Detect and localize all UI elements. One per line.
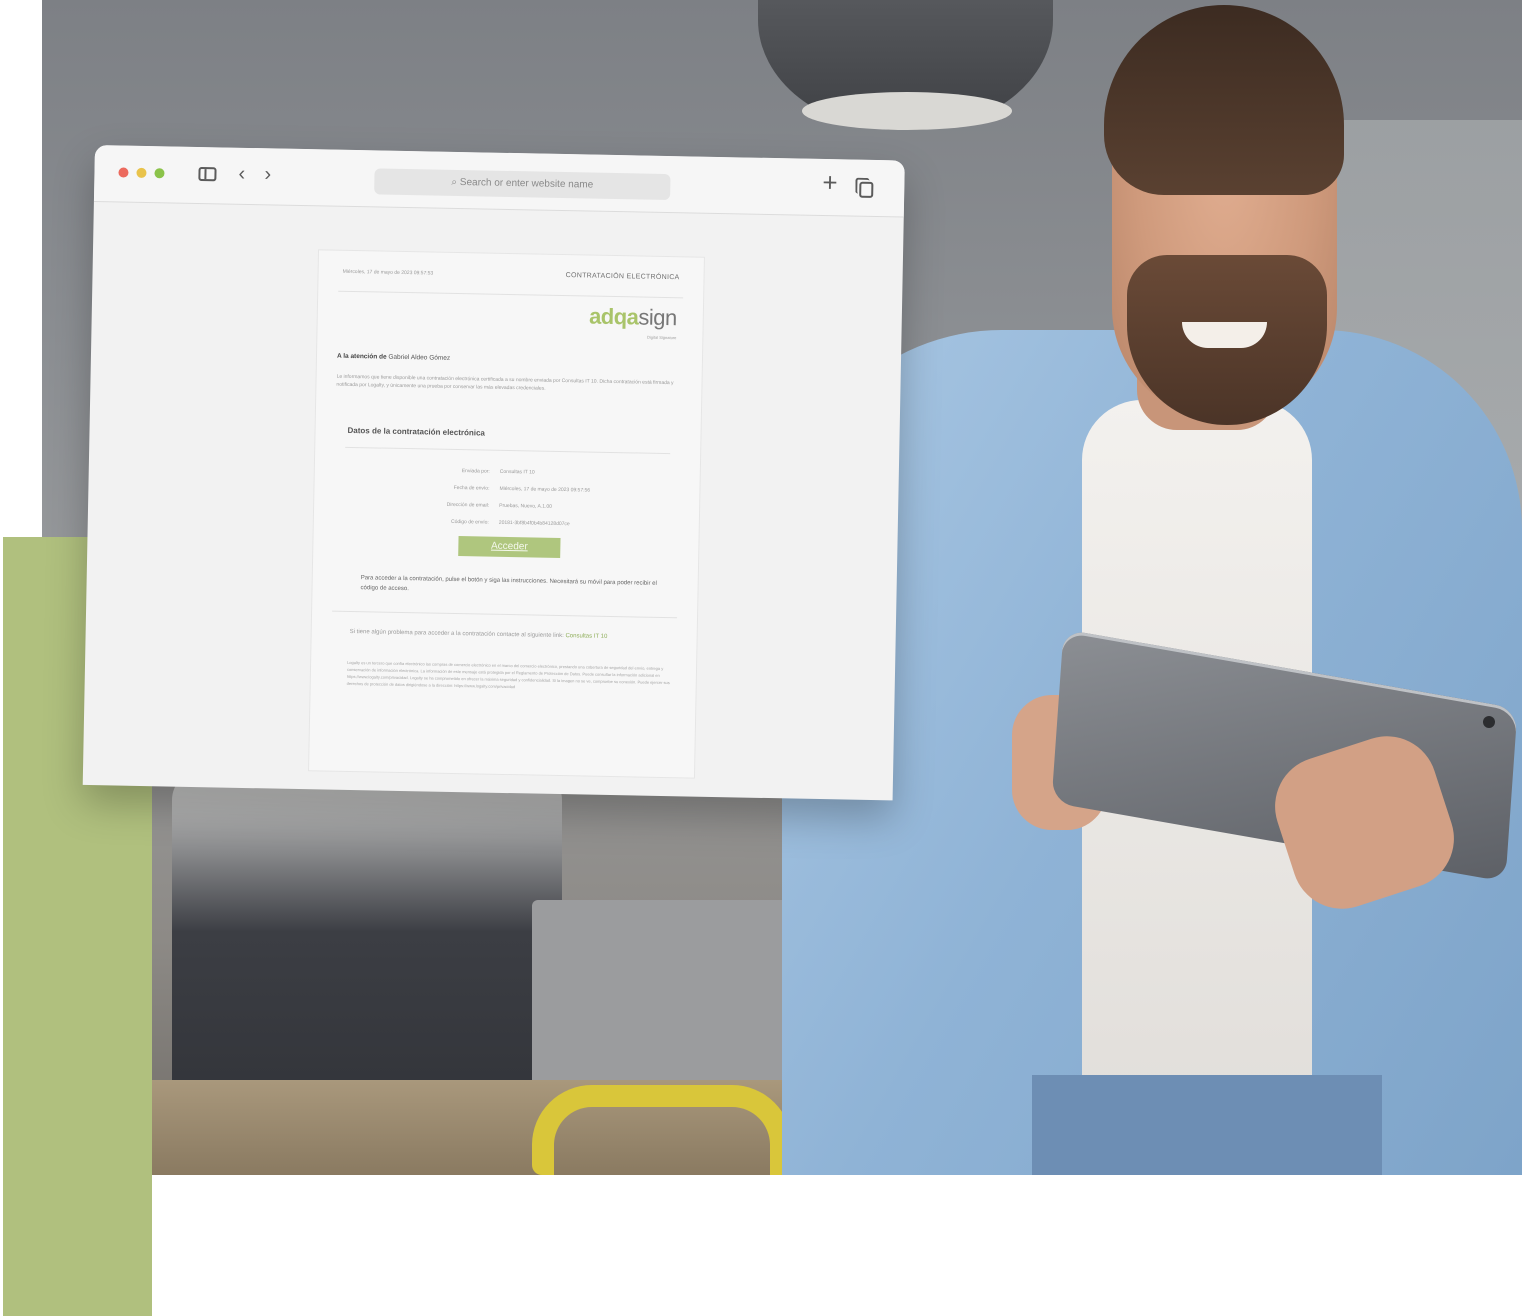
email-card: Miércoles, 17 de mayo de 2023 09:57:53 C…: [308, 249, 705, 779]
photo-tablet-camera: [1483, 716, 1495, 728]
intro-paragraph: Le informamos que tiene disponible una c…: [336, 373, 674, 392]
footer-contact: Si tiene algún problema para acceder a l…: [349, 628, 608, 640]
access-note: Para acceder a la contratación, pulse el…: [360, 575, 657, 593]
maximize-window-dot[interactable]: [154, 168, 165, 179]
field-send-code: Código de envío: 20181-3bf8b4f0b4b84128d0…: [450, 518, 570, 528]
tabs-overview-icon[interactable]: [859, 181, 874, 198]
email-heading: CONTRATACIÓN ELECTRÓNICA: [565, 272, 680, 282]
photo-hair: [1104, 5, 1344, 195]
minimize-window-dot[interactable]: [136, 167, 147, 178]
divider: [332, 610, 678, 619]
close-window-dot[interactable]: [118, 167, 129, 178]
divider: [345, 446, 671, 455]
sidebar-toggle-icon[interactable]: [198, 166, 217, 182]
back-icon[interactable]: ‹: [238, 163, 245, 185]
address-bar[interactable]: ⌕ Search or enter website name: [374, 168, 671, 201]
photo-jeans: [1032, 1075, 1382, 1175]
legal-text: Logalty es un tercero que confía electró…: [346, 659, 670, 690]
photo-lamp-glow: [802, 92, 1012, 130]
logo-subtitle: Digital Signature: [647, 334, 677, 341]
field-send-date: Fecha de envío: Miércoles, 17 de mayo de …: [453, 484, 591, 494]
browser-window: ‹ › ⌕ Search or enter website name + Mié…: [82, 145, 905, 801]
field-sent-by: Enviada por: Consultas IT 10: [461, 468, 535, 476]
photo-smile: [1182, 322, 1267, 348]
adqasign-logo: adqasign: [588, 303, 678, 331]
forward-icon[interactable]: ›: [264, 163, 271, 185]
access-button[interactable]: Acceder: [458, 536, 561, 559]
photo-headphones: [532, 1085, 792, 1175]
new-tab-icon[interactable]: +: [822, 167, 838, 197]
attention-line: A la atención de Gabriel Aldeo Gómez: [336, 352, 451, 362]
email-date: Miércoles, 17 de mayo de 2023 09:57:53: [342, 268, 434, 277]
section-title: Datos de la contratación electrónica: [347, 425, 486, 438]
field-email-address: Dirección de email: Pruebas, Nuevo, A.1.0…: [446, 501, 553, 510]
divider: [338, 290, 684, 299]
footer-link[interactable]: Consultas IT 10: [565, 633, 607, 640]
address-placeholder: Search or enter website name: [459, 177, 594, 191]
